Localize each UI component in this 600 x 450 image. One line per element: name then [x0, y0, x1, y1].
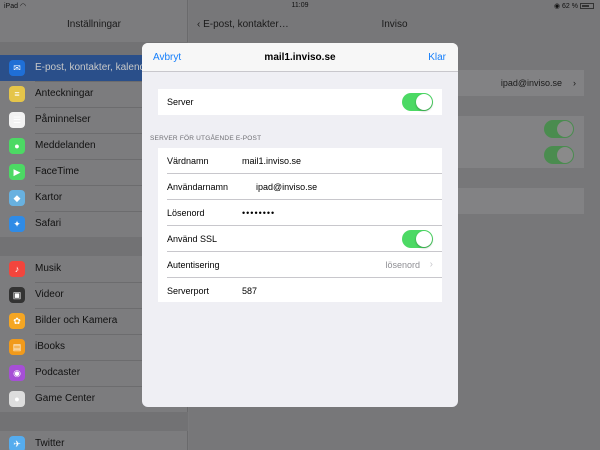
sidebar-gap	[0, 412, 188, 431]
detail-title: Inviso	[381, 19, 408, 30]
password-field[interactable]: ••••••••	[242, 200, 275, 226]
videos-icon: ▣	[9, 287, 25, 303]
port-field[interactable]: 587	[242, 278, 257, 304]
modal-navbar: Avbryt mail1.inviso.se Klar	[142, 43, 458, 72]
sidebar-item-label: Bilder och Kamera	[35, 315, 118, 326]
sidebar-item-label: Kartor	[35, 192, 63, 203]
username-field[interactable]: ipad@inviso.se	[256, 174, 317, 200]
username-label: Användarnamn	[167, 182, 229, 192]
sidebar-item-twitter[interactable]: ✈ Twitter	[0, 431, 188, 450]
hostname-field[interactable]: mail1.inviso.se	[242, 148, 301, 174]
sidebar-item-label: iBooks	[35, 341, 66, 352]
username-row[interactable]: Användarnamn ipad@inviso.se	[158, 174, 442, 200]
auth-row[interactable]: Autentisering lösenord ›	[158, 252, 442, 278]
server-group: Server	[158, 89, 442, 115]
section-header: SERVER FÖR UTGÅENDE E-POST	[150, 135, 262, 142]
server-label: Server	[167, 97, 194, 107]
notes-icon: ≡	[9, 86, 25, 102]
server-row: Server	[158, 89, 442, 115]
toggle-switch[interactable]	[544, 120, 574, 138]
toggle-switch[interactable]	[544, 146, 574, 164]
sidebar-item-label: Safari	[35, 218, 62, 229]
hostname-row[interactable]: Värdnamn mail1.inviso.se	[158, 148, 442, 174]
sidebar-item-label: Meddelanden	[35, 140, 96, 151]
safari-icon: ✦	[9, 216, 25, 232]
facetime-icon: ▶	[9, 164, 25, 180]
ssl-label: Använd SSL	[167, 234, 218, 244]
modal-title: mail1.inviso.se	[264, 52, 336, 63]
done-button[interactable]: Klar	[428, 52, 446, 63]
port-label: Serverport	[167, 286, 210, 296]
maps-icon: ◆	[9, 190, 25, 206]
reminders-icon: ☰	[9, 112, 25, 128]
sidebar-item-label: Anteckningar	[35, 88, 94, 99]
outgoing-server-group: Värdnamn mail1.inviso.se Användarnamn ip…	[158, 148, 442, 302]
mail-icon: ✉	[9, 60, 25, 76]
podcasts-icon: ◉	[9, 365, 25, 381]
detail-navbar: ‹ E-post, kontakter… Inviso	[189, 12, 600, 42]
ibooks-icon: ▤	[9, 339, 25, 355]
location-icon: ◉	[553, 3, 561, 10]
battery-icon	[580, 3, 594, 9]
sidebar-item-label: E-post, kontakter, kalendrar	[35, 62, 158, 73]
gamecenter-icon: ●	[9, 391, 25, 407]
battery-percent: 62 %	[562, 3, 578, 10]
smtp-server-modal: Avbryt mail1.inviso.se Klar Server SERVE…	[142, 43, 458, 407]
sidebar-item-label: FaceTime	[35, 166, 80, 177]
sidebar-item-label: Podcaster	[35, 367, 81, 378]
password-label: Lösenord	[167, 208, 205, 218]
hostname-label: Värdnamn	[167, 156, 209, 166]
status-bar: iPad ◠ 11:09 ◉ 62 %	[0, 0, 600, 12]
port-row[interactable]: Serverport 587	[158, 278, 442, 304]
sidebar-item-label: Twitter	[35, 438, 65, 449]
music-icon: ♪	[9, 261, 25, 277]
sidebar-item-label: Påminnelser	[35, 114, 91, 125]
auth-label: Autentisering	[167, 260, 220, 270]
sidebar-item-label: Musik	[35, 263, 62, 274]
server-toggle[interactable]	[402, 93, 433, 111]
ssl-row: Använd SSL	[158, 226, 442, 252]
sidebar-item-label: Videor	[35, 289, 64, 300]
photos-icon: ✿	[9, 313, 25, 329]
messages-icon: ●	[9, 138, 25, 154]
password-row[interactable]: Lösenord ••••••••	[158, 200, 442, 226]
ssl-toggle[interactable]	[402, 230, 433, 248]
status-time: 11:09	[291, 2, 309, 9]
sidebar-item-label: Game Center	[35, 393, 96, 404]
sidebar-title: Inställningar	[67, 19, 121, 30]
auth-value: lösenord	[385, 260, 420, 270]
chevron-right-icon: ›	[573, 78, 576, 88]
account-value: ipad@inviso.se	[500, 78, 562, 88]
twitter-icon: ✈	[9, 436, 25, 450]
chevron-right-icon: ›	[429, 259, 433, 270]
